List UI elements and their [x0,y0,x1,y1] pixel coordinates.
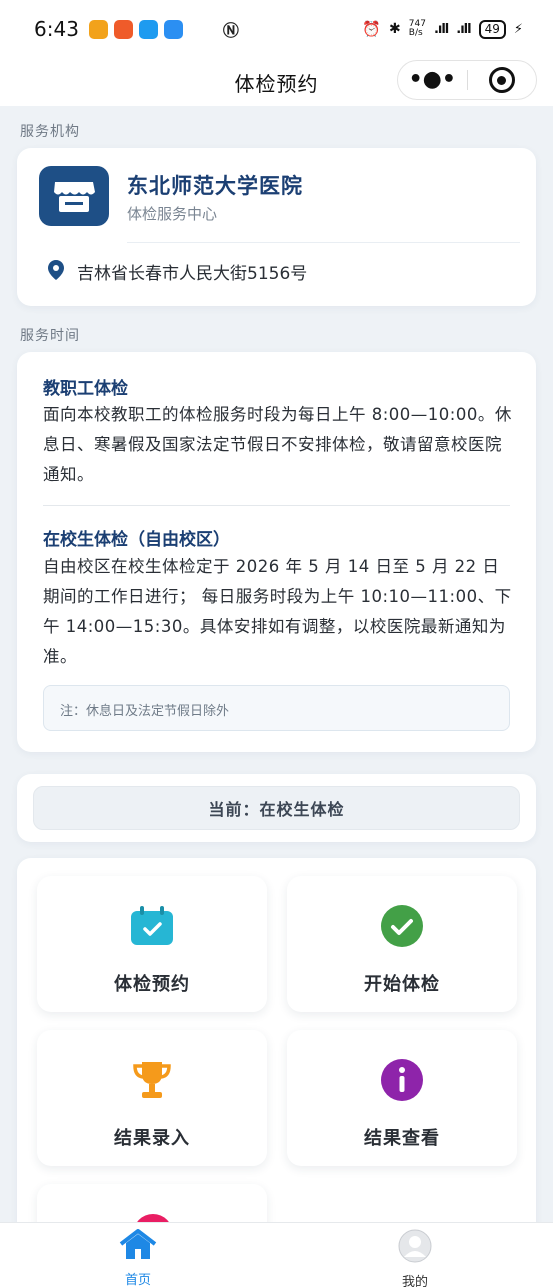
tab-mine[interactable]: 我的 [365,1229,465,1288]
bluetooth-icon: ✱ [389,21,401,37]
network-speed: 747 B/s [408,19,426,38]
app-notification-icon [113,19,133,39]
signal-icon: .ıll [456,21,471,37]
status-time: 6:43 [34,17,79,41]
tab-home[interactable]: 首页 [88,1229,188,1288]
message-app-icon [138,19,158,39]
close-target-icon [488,67,515,93]
trophy-icon [130,1058,174,1102]
battery-level: 49 [478,19,506,39]
close-button[interactable] [468,67,537,93]
check-circle-icon [380,904,424,948]
menu-panel: 体检预约 开始体检 结果录入 结果查看 [17,858,536,1238]
more-button[interactable]: •●• [398,69,467,91]
calendar-icon [130,904,174,948]
service-time-card: 教职工体检 面向本校教职工的体检服务时段为每日上午 8:00—10:00。休息日… [17,352,536,752]
menu-tile-book-exam[interactable]: 体检预约 [37,876,267,1012]
page-title: 体检预约 [234,71,319,96]
current-mode-indicator: 当前：在校生体检 [33,786,520,830]
section-label-time: 服务时间 [20,328,80,344]
store-icon [39,166,109,226]
cloud-app-icon [163,19,183,39]
menu-tile-label: 结果查看 [364,1128,440,1149]
holiday-note: 注：休息日及法定节假日除外 [43,685,510,731]
section-label-org: 服务机构 [20,124,80,140]
menu-tile-label: 开始体检 [364,974,440,995]
app-notification-icon [88,19,108,39]
status-bar: 6:43 Ⓝ ⏰ ✱ 747 B/s .ıll .ıll 49 ⚡ [0,0,553,58]
org-subtitle: 体检服务中心 [127,205,218,223]
tab-bar: 首页 我的 [0,1222,553,1288]
tab-label: 我的 [401,1275,428,1288]
user-icon [397,1229,433,1267]
info-icon [380,1058,424,1102]
nav-bar: 体检预约 •●• [0,58,553,106]
menu-tile-view-results[interactable]: 结果查看 [287,1030,517,1166]
menu-tile-enter-results[interactable]: 结果录入 [37,1030,267,1166]
status-app-icons [88,19,183,39]
tab-label: 首页 [124,1273,151,1288]
student-exam-title: 在校生体检（自由校区） [43,530,230,550]
home-icon [118,1229,158,1265]
menu-tile-label: 结果录入 [114,1128,190,1149]
menu-tile-label: 体检预约 [114,974,190,995]
alarm-icon: ⏰ [362,20,382,38]
staff-exam-title: 教职工体检 [43,379,128,399]
current-mode-card: 当前：在校生体检 [17,774,536,842]
status-right: ⏰ ✱ 747 B/s .ıll .ıll 49 ⚡ [362,19,523,39]
signal-icon: .ıll [433,21,449,37]
divider [127,242,520,243]
org-address: 吉林省长春市人民大街5156号 [77,264,308,284]
menu-tile-start-exam[interactable]: 开始体检 [287,876,517,1012]
divider [43,505,510,506]
staff-exam-description: 面向本校教职工的体检服务时段为每日上午 8:00—10:00。休息日、寒暑假及国… [43,405,512,484]
nfc-icon: Ⓝ [222,21,239,40]
location-pin-icon [47,259,65,285]
org-name: 东北师范大学医院 [127,174,303,198]
student-exam-description: 自由校区在校生体检定于 2026 年 5 月 14 日至 5 月 22 日期间的… [43,557,512,666]
miniprogram-capsule: •●• [397,60,537,100]
org-card: 东北师范大学医院 体检服务中心 吉林省长春市人民大街5156号 [17,148,536,306]
charging-icon: ⚡ [513,21,523,37]
